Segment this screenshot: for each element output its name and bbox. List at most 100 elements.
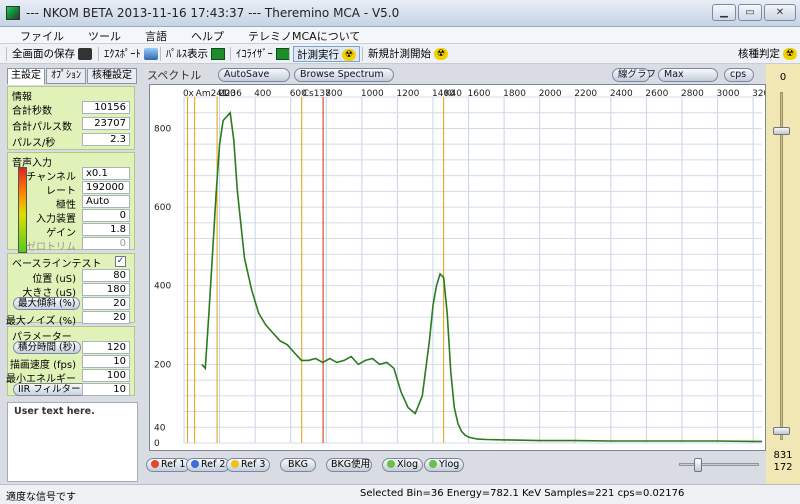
channel-row: チャンネル x0.1 (8, 167, 136, 183)
user-text-area[interactable]: User text here. (7, 402, 138, 482)
ref3-button[interactable]: Ref 3 (226, 458, 271, 472)
waveform-icon (275, 48, 290, 60)
menu-help[interactable]: ヘルプ (179, 27, 236, 44)
scale-bottom-value-2: 172 (773, 462, 793, 473)
input-device-field[interactable]: 0 (82, 209, 130, 222)
new-measure-button[interactable]: 新規計測開始 ☢ (368, 46, 448, 62)
pulse-display-button[interactable]: ﾊﾟﾙｽ表示 (166, 46, 225, 62)
left-panel: 主設定 ｵﾌﾟｼｮﾝ 核種設定 情報 合計秒数 10156 合計パルス数 237… (0, 64, 144, 484)
radiation-icon: ☢ (434, 48, 448, 60)
max-slope-button[interactable]: 最大傾斜 (%) (13, 297, 81, 310)
info-group: 情報 合計秒数 10156 合計パルス数 23707 パルス/秒 2.3 (7, 86, 135, 150)
pulse-rate-value: 2.3 (82, 133, 130, 146)
toolbar: 全画面の保存 ｴｸｽﾎﾟｰﾄ ﾊﾟﾙｽ表示 ｲｺﾗｲｻﾞｰ 計測実行 ☢ 新規計測… (0, 44, 800, 64)
ref2-button[interactable]: Ref 2 (186, 458, 231, 472)
gain-row: ゲイン 1.8 (8, 223, 136, 239)
menu-file[interactable]: ファイル (0, 27, 76, 44)
ylog-label: Ylog (439, 459, 460, 470)
menu-language[interactable]: 言語 (133, 27, 179, 44)
y-tick-label: 600 (154, 203, 171, 213)
min-energy-field[interactable]: 100 (82, 369, 130, 382)
size-field[interactable]: 180 (82, 283, 130, 296)
tab-main-settings[interactable]: 主設定 (7, 68, 45, 85)
vertical-slider-knob[interactable] (773, 427, 790, 435)
parameters-group: パラメーター 積分時間 (秒) 120 描画速度 (fps) 10 最小エネルギ… (6, 326, 136, 397)
spectrum-header: スペクトル AutoSave Browse Spectrum 線グラフ Max … (144, 64, 764, 84)
iir-row: IIR フィルター (%) 10 (8, 383, 136, 397)
line-graph-button[interactable]: 線グラフ (612, 68, 656, 82)
ref1-dot-icon (151, 460, 159, 468)
export-button[interactable]: ｴｸｽﾎﾟｰﾄ (104, 46, 158, 62)
max-noise-row: 最大ノイズ (%) 20 (6, 311, 136, 327)
channel-select[interactable]: x0.1 (82, 167, 130, 180)
pulse-display-label: ﾊﾟﾙｽ表示 (166, 48, 208, 60)
position-field[interactable]: 80 (82, 269, 130, 282)
title-bar: --- NKOM BETA 2013-11-16 17:43:37 --- Th… (0, 0, 800, 27)
menu-tools[interactable]: ツール (76, 27, 133, 44)
ref3-label: Ref 3 (241, 459, 266, 470)
total-seconds-value: 10156 (82, 101, 130, 114)
pulse-rate-label: パルス/秒 (12, 138, 56, 149)
close-button[interactable]: ✕ (764, 4, 796, 21)
save-screen-button[interactable]: 全画面の保存 (12, 46, 92, 62)
run-measure-button[interactable]: 計測実行 ☢ (293, 46, 360, 62)
equalizer-button[interactable]: ｲｺﾗｲｻﾞｰ (236, 46, 290, 62)
toolbar-separator (98, 47, 99, 61)
radiation-icon: ☢ (342, 49, 356, 61)
iir-field[interactable]: 10 (82, 383, 130, 396)
rate-select[interactable]: 192000 (82, 181, 130, 194)
xlog-dot-icon (387, 460, 395, 468)
export-label: ｴｸｽﾎﾟｰﾄ (104, 48, 141, 60)
tab-nuclide-settings[interactable]: 核種設定 (87, 68, 137, 84)
toolbar-separator (362, 47, 363, 61)
save-screen-label: 全画面の保存 (12, 48, 75, 60)
draw-speed-row: 描画速度 (fps) 10 (8, 355, 136, 371)
tab-options[interactable]: ｵﾌﾟｼｮﾝ (46, 68, 86, 84)
horizontal-zoom-slider[interactable] (679, 463, 759, 466)
spectrum-plot[interactable]: 0 200 400 600 800 1000 1200 1400 1600 1800 2000 220… (149, 84, 766, 451)
nuclide-judge-button[interactable]: 核種判定 ☢ (738, 46, 797, 62)
browse-spectrum-button[interactable]: Browse Spectrum (294, 68, 394, 82)
autosave-button[interactable]: AutoSave (218, 68, 290, 82)
selection-readout: Selected Bin=36 Energy=782.1 KeV Samples… (360, 488, 685, 499)
ylog-button[interactable]: Ylog (424, 458, 465, 472)
horizontal-slider-knob[interactable] (694, 458, 702, 472)
max-slope-row: 最大傾斜 (%) 20 (8, 297, 136, 311)
cps-button[interactable]: cps (724, 68, 754, 82)
toolbar-separator (6, 47, 7, 61)
menu-bar: ファイル ツール 言語 ヘルプ テレミノMCAについて (0, 27, 800, 44)
y-tick-label: 200 (154, 360, 171, 370)
draw-speed-field[interactable]: 10 (82, 355, 130, 368)
radiation-icon: ☢ (783, 48, 797, 60)
size-row: 大きさ (uS) 180 (8, 283, 136, 299)
min-energy-row: 最小エネルギー 100 (6, 369, 136, 385)
bkg-use-button[interactable]: BKG使用 (326, 458, 372, 472)
spectrum-label: スペクトル (147, 69, 202, 82)
gain-field[interactable]: 1.8 (82, 223, 130, 236)
total-seconds-row: 合計秒数 10156 (8, 101, 136, 117)
xlog-button[interactable]: Xlog (382, 458, 423, 472)
ref1-button[interactable]: Ref 1 (146, 458, 191, 472)
minimize-button[interactable]: ▁ (712, 4, 736, 21)
ref2-dot-icon (191, 460, 199, 468)
integration-time-button[interactable]: 積分時間 (秒) (13, 341, 81, 354)
max-noise-field[interactable]: 20 (82, 311, 130, 324)
total-pulses-row: 合計パルス数 23707 (8, 117, 136, 133)
maximize-button[interactable]: ▭ (738, 4, 762, 21)
integration-field[interactable]: 120 (82, 341, 130, 354)
max-button[interactable]: Max (658, 68, 718, 82)
spectrum-chart[interactable]: 0 200 400 600 800 1000 1200 1400 1600 1800 2000 220… (150, 85, 765, 450)
bkg-button[interactable]: BKG (280, 458, 316, 472)
polarity-select[interactable]: Auto (82, 195, 130, 208)
new-measure-label: 新規計測開始 (368, 48, 431, 60)
vertical-slider-knob[interactable] (773, 127, 790, 135)
vertical-scale-slider[interactable] (780, 92, 783, 440)
baseline-test-group: ベースラインテスト ✓ 位置 (uS) 80 大きさ (uS) 180 最大傾斜… (6, 253, 136, 327)
zero-trim-field[interactable]: 0 (82, 237, 130, 250)
nuclide-judge-label: 核種判定 (738, 48, 780, 60)
ref1-label: Ref 1 (161, 459, 186, 470)
baseline-checkbox[interactable]: ✓ (115, 256, 126, 267)
position-row: 位置 (uS) 80 (8, 269, 136, 285)
max-slope-field[interactable]: 20 (82, 297, 130, 310)
menu-about[interactable]: テレミノMCAについて (236, 27, 372, 44)
